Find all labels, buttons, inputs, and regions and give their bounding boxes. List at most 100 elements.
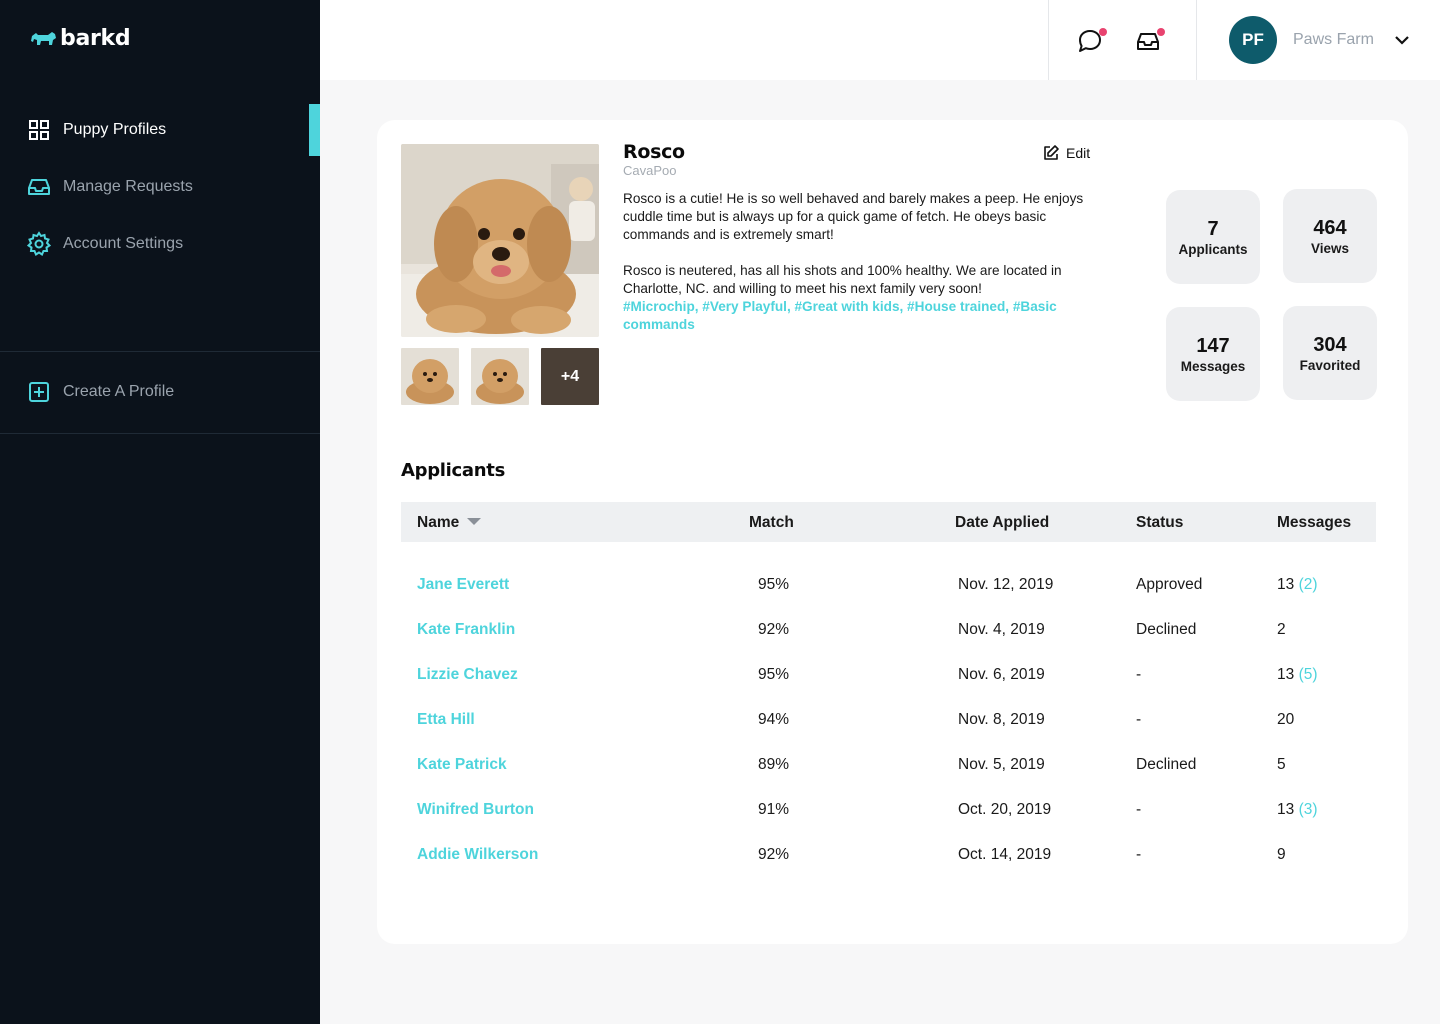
create-profile-label: Create A Profile [63, 383, 175, 400]
sidebar-item-manage-requests[interactable]: Manage Requests [0, 161, 320, 213]
table-row[interactable]: Etta Hill 94% Nov. 8, 2019 - 20 [401, 697, 1376, 742]
stat-favorited: 304 Favorited [1283, 306, 1377, 400]
edit-profile-button[interactable]: Edit [1042, 144, 1090, 162]
gear-icon [26, 231, 52, 257]
column-header-match[interactable]: Match [749, 514, 794, 532]
sidebar-item-puppy-profiles[interactable]: Puppy Profiles [0, 104, 320, 156]
applicant-name[interactable]: Kate Patrick [417, 756, 507, 774]
message-count: 9 [1277, 846, 1286, 863]
table-row[interactable]: Winifred Burton 91% Oct. 20, 2019 - 13 (3) [401, 787, 1376, 832]
stat-value: 464 [1313, 216, 1347, 239]
dog-health-info: Rosco is neutered, has all his shots and… [623, 263, 1062, 296]
sidebar: barkd Puppy Profiles Manage Requests Acc… [0, 0, 320, 1024]
dog-logo-icon [31, 31, 56, 45]
applicant-messages[interactable]: 13 (5) [1277, 666, 1318, 684]
sidebar-item-label: Manage Requests [63, 178, 193, 195]
applicant-status: Declined [1136, 756, 1197, 773]
plus-square-icon [26, 379, 52, 405]
applicant-status: - [1136, 711, 1142, 728]
sidebar-item-label: Account Settings [63, 235, 184, 252]
applicant-name[interactable]: Addie Wilkerson [417, 846, 538, 864]
applicant-match: 95% [758, 576, 790, 593]
inbox-icon[interactable] [1135, 28, 1165, 54]
applicant-name[interactable]: Jane Everett [417, 576, 509, 594]
brand-name: barkd [60, 26, 131, 51]
sidebar-item-account-settings[interactable]: Account Settings [0, 218, 320, 270]
sort-caret-icon[interactable] [467, 518, 482, 525]
unread-count[interactable]: (2) [1299, 576, 1318, 593]
column-header-date[interactable]: Date Applied [955, 514, 1049, 532]
chevron-down-icon[interactable] [1393, 33, 1411, 47]
dog-tags[interactable]: #Microchip, #Very Playful, #Great with k… [623, 298, 1093, 334]
stat-label: Favorited [1299, 357, 1361, 373]
applicant-name[interactable]: Etta Hill [417, 711, 475, 729]
message-count: 2 [1277, 621, 1286, 638]
create-profile-button[interactable]: Create A Profile [0, 366, 320, 418]
applicant-date: Nov. 5, 2019 [958, 756, 1045, 773]
applicant-match: 91% [758, 801, 790, 818]
dog-main-photo[interactable] [401, 144, 599, 337]
column-header-status[interactable]: Status [1136, 514, 1183, 532]
chat-bubble-icon[interactable] [1077, 28, 1107, 54]
applicants-table-header: Name Match Date Applied Status Messages [401, 502, 1376, 542]
applicant-status: - [1136, 846, 1142, 863]
unread-count[interactable]: (5) [1299, 666, 1318, 683]
dog-thumbnail[interactable] [471, 348, 529, 405]
table-row[interactable]: Addie Wilkerson 92% Oct. 14, 2019 - 9 [401, 832, 1376, 877]
applicant-date: Oct. 14, 2019 [958, 846, 1052, 863]
applicant-name[interactable]: Lizzie Chavez [417, 666, 518, 684]
applicant-status: - [1136, 801, 1142, 818]
top-bar: PF Paws Farm [320, 0, 1440, 80]
table-row[interactable]: Jane Everett 95% Nov. 12, 2019 Approved 13 (… [401, 562, 1376, 607]
applicant-date: Nov. 4, 2019 [958, 621, 1045, 638]
applicant-status: Declined [1136, 621, 1197, 638]
applicant-match: 92% [758, 621, 790, 638]
stat-value: 7 [1207, 217, 1219, 240]
applicant-match: 95% [758, 666, 790, 683]
dog-name: Rosco [623, 141, 685, 163]
message-count: 13 [1277, 666, 1295, 683]
applicant-name[interactable]: Kate Franklin [417, 621, 515, 639]
applicant-match: 94% [758, 711, 790, 728]
applicant-status: Approved [1136, 576, 1203, 593]
message-count: 13 [1277, 576, 1295, 593]
applicant-messages[interactable]: 9 [1277, 846, 1286, 864]
column-header-label: Name [417, 514, 460, 531]
sidebar-divider [0, 433, 320, 434]
edit-icon [1044, 145, 1059, 160]
applicant-messages[interactable]: 13 (3) [1277, 801, 1318, 819]
dog-description: Rosco is a cutie! He is so well behaved … [623, 191, 1084, 242]
table-row[interactable]: Lizzie Chavez 95% Nov. 6, 2019 - 13 (5) [401, 652, 1376, 697]
inbox-icon [26, 174, 52, 200]
applicant-messages[interactable]: 13 (2) [1277, 576, 1318, 594]
stat-label: Applicants [1178, 241, 1248, 257]
column-header-name[interactable]: Name [417, 514, 482, 532]
applicant-date: Nov. 12, 2019 [958, 576, 1054, 593]
profile-card: +4 Rosco CavaPoo Edit Rosco is a cutie! … [377, 120, 1408, 944]
applicant-match: 92% [758, 846, 790, 863]
applicant-messages[interactable]: 5 [1277, 756, 1286, 774]
grid-icon [26, 117, 52, 143]
applicant-messages[interactable]: 20 [1277, 711, 1294, 729]
stat-views: 464 Views [1283, 189, 1377, 283]
unread-count[interactable]: (3) [1299, 801, 1318, 818]
sidebar-divider [0, 351, 320, 352]
account-name[interactable]: Paws Farm [1293, 31, 1374, 49]
applicant-date: Nov. 6, 2019 [958, 666, 1045, 683]
table-row[interactable]: Kate Franklin 92% Nov. 4, 2019 Declined 2 [401, 607, 1376, 652]
avatar[interactable]: PF [1229, 16, 1277, 64]
table-row[interactable]: Kate Patrick 89% Nov. 5, 2019 Declined 5 [401, 742, 1376, 787]
applicant-messages[interactable]: 2 [1277, 621, 1286, 639]
stat-value: 304 [1313, 333, 1347, 356]
applicants-title: Applicants [401, 460, 505, 481]
more-photos-count: +4 [560, 367, 580, 385]
message-count: 5 [1277, 756, 1286, 773]
applicant-date: Nov. 8, 2019 [958, 711, 1045, 728]
message-count: 20 [1277, 711, 1295, 728]
more-photos-thumbnail[interactable]: +4 [541, 348, 599, 405]
edit-label: Edit [1066, 145, 1091, 161]
column-header-messages[interactable]: Messages [1277, 514, 1351, 532]
brand-logo[interactable]: barkd [30, 26, 131, 51]
applicant-name[interactable]: Winifred Burton [417, 801, 534, 819]
dog-thumbnail[interactable] [401, 348, 459, 405]
